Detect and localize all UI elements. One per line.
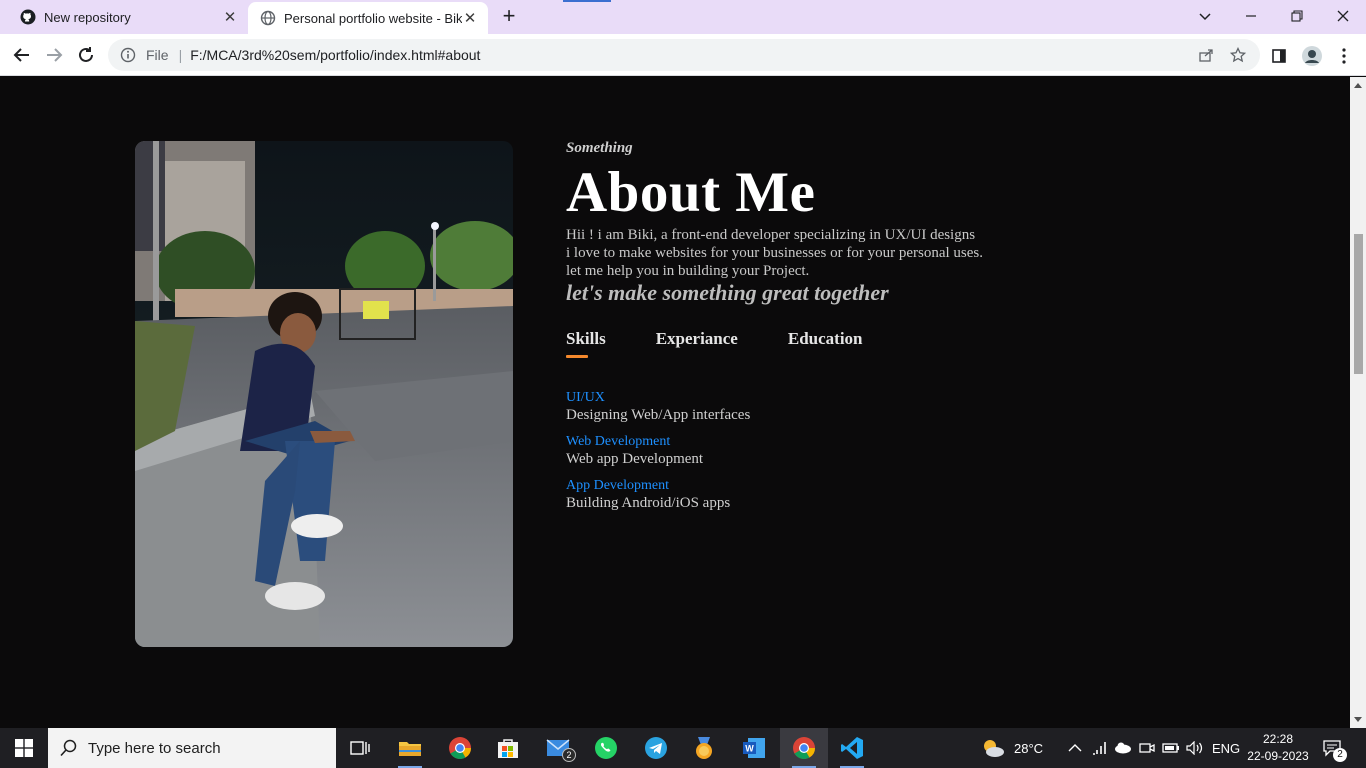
close-icon[interactable]: ✕ [222,9,238,26]
battery-icon[interactable] [1162,728,1180,768]
search-placeholder: Type here to search [88,739,221,757]
network-icon[interactable] [1092,728,1108,768]
skill-item: UI/UX Designing Web/App interfaces [566,390,750,424]
menu-kebab-icon[interactable] [1333,45,1355,67]
svg-text:W: W [745,744,754,754]
skill-title: App Development [566,478,670,493]
restore-button[interactable] [1274,0,1320,32]
page-scrollbar[interactable] [1350,77,1366,728]
tab-title: Personal portfolio website - Biki [284,10,462,26]
close-icon[interactable]: ✕ [462,10,478,27]
clock-time: 22:28 [1262,732,1294,746]
intro-line: let me help you in building your Project… [566,263,810,279]
volume-icon[interactable] [1186,728,1204,768]
notification-center[interactable]: 2 [1322,728,1347,768]
github-icon [20,9,36,25]
page-viewport: Something About Me Hii ! i am Biki, a fr… [0,77,1350,728]
skill-title: UI/UX [566,390,605,405]
skill-item: Web Development Web app Development [566,434,750,468]
forward-button[interactable] [42,43,66,67]
mail-badge: 2 [562,748,576,762]
vscode-icon[interactable] [828,728,876,768]
windows-icon [15,739,33,757]
skill-desc: Designing Web/App interfaces [566,407,751,423]
whatsapp-icon[interactable] [582,728,630,768]
about-section: Something About Me Hii ! i am Biki, a fr… [566,140,1046,306]
bookmark-star-icon[interactable] [1228,45,1248,65]
tab-new-repository[interactable]: New repository ✕ [0,2,248,32]
windows-taskbar: Type here to search 2 W 28°C ENG 22:28 2… [0,728,1366,768]
about-heading: About Me [566,161,816,224]
word-icon[interactable]: W [730,728,778,768]
arrow-right-icon [47,48,63,62]
about-tagline: let's make something great together [566,280,889,305]
tab-title: New repository [44,9,131,25]
meet-now-icon[interactable] [1139,728,1155,768]
tab-skills[interactable]: Skills [566,329,606,358]
new-tab-button[interactable]: + [498,5,520,28]
skill-item: App Development Building Android/iOS app… [566,478,750,512]
clock-date: 22-09-2023 [1247,749,1309,763]
intro-line: i love to make websites for your busines… [566,245,983,261]
telegram-icon[interactable] [632,728,680,768]
tab-search-chevron-icon[interactable] [1182,0,1228,32]
language-indicator[interactable]: ENG [1212,728,1240,768]
weather-temp: 28°C [1014,740,1044,756]
tab-experiance[interactable]: Experiance [656,329,738,349]
skill-title: Web Development [566,434,671,449]
notification-badge: 2 [1333,748,1347,762]
chrome-icon[interactable] [436,728,484,768]
taskbar-search[interactable]: Type here to search [48,728,336,768]
weather-cloud-icon [984,740,1004,757]
close-window-button[interactable] [1320,0,1366,32]
back-button[interactable] [10,43,34,67]
arrow-left-icon [13,48,29,62]
browser-tab-strip: New repository ✕ Personal portfolio webs… [0,0,1366,34]
start-button[interactable] [0,728,48,768]
reload-icon [79,47,93,62]
reload-button[interactable] [74,43,98,67]
search-icon [60,739,77,757]
globe-icon [260,10,276,26]
side-panel-icon[interactable] [1268,45,1290,67]
tab-strip-accent [563,0,611,2]
file-explorer-icon[interactable] [386,728,434,768]
address-separator: | [178,47,183,63]
about-kicker: Something [566,140,633,156]
task-view-icon[interactable] [336,728,384,768]
address-bar[interactable]: File | F:/MCA/3rd%20sem/portfolio/index.… [108,39,1260,71]
skill-desc: Web app Development [566,451,704,467]
microsoft-store-icon[interactable] [484,728,532,768]
url-text[interactable]: F:/MCA/3rd%20sem/portfolio/index.html#ab… [190,47,1196,63]
scroll-up-icon[interactable] [1354,83,1362,88]
medal-app-icon[interactable] [680,728,728,768]
scroll-down-icon[interactable] [1354,717,1362,722]
profile-photo [135,141,513,647]
scrollbar-thumb[interactable] [1354,234,1363,374]
system-clock[interactable]: 22:28 22-09-2023 [1247,731,1308,765]
profile-avatar[interactable] [1301,45,1323,67]
scheme-label: File [146,47,169,63]
weather-widget[interactable]: 28°C [980,728,1043,768]
skill-desc: Building Android/iOS apps [566,495,731,511]
onedrive-icon[interactable] [1114,728,1132,768]
intro-line: Hii ! i am Biki, a front-end developer s… [566,227,976,243]
skills-list: UI/UX Designing Web/App interfaces Web D… [566,390,750,522]
tray-overflow-icon[interactable] [1068,728,1082,768]
tab-portfolio[interactable]: Personal portfolio website - Biki ✕ [248,2,488,34]
browser-toolbar: File | F:/MCA/3rd%20sem/portfolio/index.… [0,34,1366,76]
info-icon[interactable] [120,47,136,63]
about-intro: Hii ! i am Biki, a front-end developer s… [566,226,1046,280]
minimize-button[interactable] [1228,0,1274,32]
mail-icon[interactable]: 2 [534,728,582,768]
tab-education[interactable]: Education [788,329,863,349]
chrome-active-icon[interactable] [780,728,828,768]
share-icon[interactable] [1196,45,1216,65]
about-tabs: Skills Experiance Education [566,329,913,358]
